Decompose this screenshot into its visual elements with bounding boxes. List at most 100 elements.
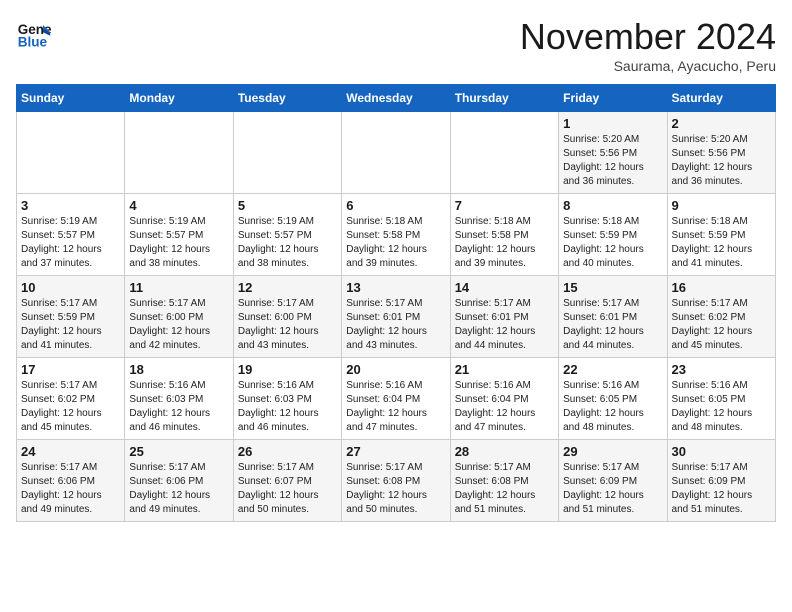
day-number: 30 — [672, 444, 771, 459]
day-number: 1 — [563, 116, 662, 131]
day-number: 28 — [455, 444, 554, 459]
calendar-week-row: 10 Sunrise: 5:17 AMSunset: 5:59 PMDayligh… — [17, 276, 776, 358]
weekday-header: Saturday — [667, 85, 775, 112]
title-block: November 2024 Saurama, Ayacucho, Peru — [520, 16, 776, 74]
weekday-header: Tuesday — [233, 85, 341, 112]
calendar-day-cell: 22 Sunrise: 5:16 AMSunset: 6:05 PMDayligh… — [559, 358, 667, 440]
day-number: 27 — [346, 444, 445, 459]
calendar-day-cell: 16 Sunrise: 5:17 AMSunset: 6:02 PMDayligh… — [667, 276, 775, 358]
day-number: 16 — [672, 280, 771, 295]
calendar-day-cell: 23Sunrise: 5:16 AMSunset: 6:05 PMDayligh… — [667, 358, 775, 440]
calendar-day-cell: 24 Sunrise: 5:17 AMSunset: 6:06 PMDayligh… — [17, 440, 125, 522]
day-number: 29 — [563, 444, 662, 459]
day-number: 2 — [672, 116, 771, 131]
day-info: Sunrise: 5:17 AMSunset: 6:01 PMDaylight:… — [346, 297, 445, 353]
day-number: 14 — [455, 280, 554, 295]
calendar-day-cell: 27Sunrise: 5:17 AMSunset: 6:08 PMDayligh… — [342, 440, 450, 522]
calendar-day-cell: 25Sunrise: 5:17 AMSunset: 6:06 PMDayligh… — [125, 440, 233, 522]
day-info: Sunrise: 5:16 AMSunset: 6:03 PMDaylight:… — [129, 379, 228, 435]
calendar-day-cell: 6Sunrise: 5:18 AMSunset: 5:58 PMDaylight… — [342, 194, 450, 276]
weekday-header: Sunday — [17, 85, 125, 112]
day-number: 24 — [21, 444, 120, 459]
day-info: Sunrise: 5:17 AMSunset: 6:00 PMDaylight:… — [129, 297, 228, 353]
day-info: Sunrise: 5:16 AMSunset: 6:04 PMDaylight:… — [346, 379, 445, 435]
logo-icon: General Blue — [16, 16, 52, 52]
day-info: Sunrise: 5:17 AMSunset: 6:01 PMDaylight:… — [563, 297, 662, 353]
weekday-header: Thursday — [450, 85, 558, 112]
calendar-day-cell: 14 Sunrise: 5:17 AMSunset: 6:01 PMDayligh… — [450, 276, 558, 358]
calendar-day-cell — [450, 112, 558, 194]
weekday-header: Friday — [559, 85, 667, 112]
calendar-day-cell — [125, 112, 233, 194]
calendar-week-row: 1 Sunrise: 5:20 AMSunset: 5:56 PMDaylight… — [17, 112, 776, 194]
logo: General Blue — [16, 16, 52, 52]
calendar-day-cell: 15 Sunrise: 5:17 AMSunset: 6:01 PMDayligh… — [559, 276, 667, 358]
day-info: Sunrise: 5:17 AMSunset: 6:01 PMDaylight:… — [455, 297, 554, 353]
month-title: November 2024 — [520, 16, 776, 58]
location: Saurama, Ayacucho, Peru — [520, 58, 776, 74]
day-info: Sunrise: 5:16 AMSunset: 6:05 PMDaylight:… — [672, 379, 771, 435]
calendar-day-cell: 9 Sunrise: 5:18 AMSunset: 5:59 PMDaylight… — [667, 194, 775, 276]
day-info: Sunrise: 5:20 AMSunset: 5:56 PMDaylight:… — [672, 133, 771, 189]
calendar-week-row: 17 Sunrise: 5:17 AMSunset: 6:02 PMDayligh… — [17, 358, 776, 440]
calendar-day-cell: 5Sunrise: 5:19 AMSunset: 5:57 PMDaylight… — [233, 194, 341, 276]
day-info: Sunrise: 5:20 AMSunset: 5:56 PMDaylight:… — [563, 133, 662, 189]
calendar-day-cell: 20 Sunrise: 5:16 AMSunset: 6:04 PMDayligh… — [342, 358, 450, 440]
day-info: Sunrise: 5:17 AMSunset: 6:06 PMDaylight:… — [129, 461, 228, 517]
day-info: Sunrise: 5:16 AMSunset: 6:05 PMDaylight:… — [563, 379, 662, 435]
day-info: Sunrise: 5:17 AMSunset: 6:08 PMDaylight:… — [455, 461, 554, 517]
day-number: 7 — [455, 198, 554, 213]
calendar-day-cell: 28 Sunrise: 5:17 AMSunset: 6:08 PMDayligh… — [450, 440, 558, 522]
calendar-day-cell — [342, 112, 450, 194]
day-number: 9 — [672, 198, 771, 213]
weekday-header: Wednesday — [342, 85, 450, 112]
day-number: 3 — [21, 198, 120, 213]
day-number: 10 — [21, 280, 120, 295]
calendar-day-cell: 30Sunrise: 5:17 AMSunset: 6:09 PMDayligh… — [667, 440, 775, 522]
day-number: 22 — [563, 362, 662, 377]
day-number: 18 — [129, 362, 228, 377]
day-number: 6 — [346, 198, 445, 213]
calendar-week-row: 24 Sunrise: 5:17 AMSunset: 6:06 PMDayligh… — [17, 440, 776, 522]
calendar-day-cell: 1 Sunrise: 5:20 AMSunset: 5:56 PMDaylight… — [559, 112, 667, 194]
day-info: Sunrise: 5:17 AMSunset: 6:02 PMDaylight:… — [672, 297, 771, 353]
day-number: 4 — [129, 198, 228, 213]
calendar-day-cell: 21Sunrise: 5:16 AMSunset: 6:04 PMDayligh… — [450, 358, 558, 440]
calendar-day-cell: 29 Sunrise: 5:17 AMSunset: 6:09 PMDayligh… — [559, 440, 667, 522]
calendar-day-cell: 2 Sunrise: 5:20 AMSunset: 5:56 PMDaylight… — [667, 112, 775, 194]
calendar-day-cell: 26 Sunrise: 5:17 AMSunset: 6:07 PMDayligh… — [233, 440, 341, 522]
day-number: 8 — [563, 198, 662, 213]
day-info: Sunrise: 5:18 AMSunset: 5:59 PMDaylight:… — [563, 215, 662, 271]
day-number: 5 — [238, 198, 337, 213]
day-info: Sunrise: 5:17 AMSunset: 6:00 PMDaylight:… — [238, 297, 337, 353]
calendar-day-cell: 19Sunrise: 5:16 AMSunset: 6:03 PMDayligh… — [233, 358, 341, 440]
day-info: Sunrise: 5:19 AMSunset: 5:57 PMDaylight:… — [21, 215, 120, 271]
day-info: Sunrise: 5:17 AMSunset: 6:06 PMDaylight:… — [21, 461, 120, 517]
page-header: General Blue November 2024 Saurama, Ayac… — [16, 16, 776, 74]
day-number: 11 — [129, 280, 228, 295]
day-number: 15 — [563, 280, 662, 295]
svg-text:Blue: Blue — [18, 35, 48, 50]
day-number: 12 — [238, 280, 337, 295]
calendar-day-cell: 11 Sunrise: 5:17 AMSunset: 6:00 PMDayligh… — [125, 276, 233, 358]
day-info: Sunrise: 5:17 AMSunset: 6:02 PMDaylight:… — [21, 379, 120, 435]
day-number: 21 — [455, 362, 554, 377]
calendar-day-cell: 8 Sunrise: 5:18 AMSunset: 5:59 PMDaylight… — [559, 194, 667, 276]
calendar-day-cell — [17, 112, 125, 194]
day-info: Sunrise: 5:18 AMSunset: 5:59 PMDaylight:… — [672, 215, 771, 271]
day-number: 17 — [21, 362, 120, 377]
day-info: Sunrise: 5:18 AMSunset: 5:58 PMDaylight:… — [455, 215, 554, 271]
day-info: Sunrise: 5:17 AMSunset: 6:09 PMDaylight:… — [563, 461, 662, 517]
day-number: 26 — [238, 444, 337, 459]
calendar-day-cell: 4 Sunrise: 5:19 AMSunset: 5:57 PMDaylight… — [125, 194, 233, 276]
calendar-day-cell: 7 Sunrise: 5:18 AMSunset: 5:58 PMDaylight… — [450, 194, 558, 276]
calendar-day-cell: 13 Sunrise: 5:17 AMSunset: 6:01 PMDayligh… — [342, 276, 450, 358]
day-number: 13 — [346, 280, 445, 295]
day-info: Sunrise: 5:17 AMSunset: 5:59 PMDaylight:… — [21, 297, 120, 353]
calendar-header-row: SundayMondayTuesdayWednesdayThursdayFrid… — [17, 85, 776, 112]
day-info: Sunrise: 5:19 AMSunset: 5:57 PMDaylight:… — [129, 215, 228, 271]
day-number: 19 — [238, 362, 337, 377]
day-info: Sunrise: 5:17 AMSunset: 6:07 PMDaylight:… — [238, 461, 337, 517]
calendar-day-cell — [233, 112, 341, 194]
day-number: 20 — [346, 362, 445, 377]
